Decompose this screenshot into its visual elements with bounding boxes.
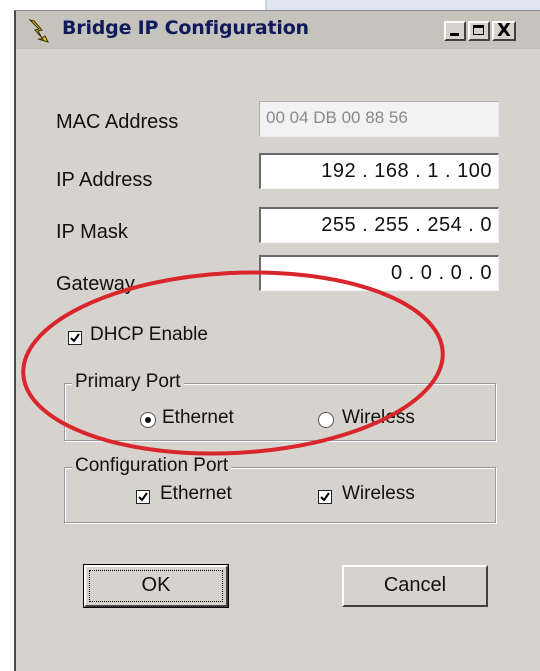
close-button[interactable]: X (492, 21, 516, 41)
ip-address-field[interactable]: 192 . 168 . 1 . 100 (259, 153, 499, 189)
radio-selected-dot (145, 417, 151, 423)
checkmark-icon (320, 492, 330, 502)
close-icon: X (497, 21, 511, 41)
checkmark-icon (138, 492, 148, 502)
ok-button[interactable]: OK (83, 564, 229, 608)
mac-address-label: MAC Address (56, 111, 179, 133)
ip-mask-label: IP Mask (56, 221, 128, 243)
primary-port-wireless-radio[interactable] (318, 412, 334, 428)
ip-address-label: IP Address (56, 169, 153, 191)
maximize-button[interactable] (468, 21, 490, 41)
focus-rectangle (89, 570, 223, 602)
maximize-icon (473, 25, 484, 35)
configuration-port-ethernet-label[interactable]: Ethernet (160, 483, 232, 505)
cancel-button[interactable]: Cancel (342, 565, 488, 607)
checkmark-icon (70, 333, 80, 343)
primary-port-legend: Primary Port (72, 371, 184, 393)
primary-port-ethernet-radio[interactable] (140, 412, 156, 428)
minimize-button[interactable] (444, 21, 466, 41)
configuration-port-wireless-label[interactable]: Wireless (342, 483, 415, 505)
mac-address-field: 00 04 DB 00 88 56 (259, 101, 499, 137)
minimize-icon (450, 33, 459, 36)
ip-mask-field[interactable]: 255 . 255 . 254 . 0 (259, 207, 499, 243)
primary-port-wireless-label[interactable]: Wireless (342, 407, 415, 429)
dhcp-enable-label[interactable]: DHCP Enable (90, 324, 208, 346)
bridge-ip-configuration-dialog: Bridge IP Configuration X MAC Address 00… (14, 10, 540, 671)
configuration-port-wireless-checkbox[interactable] (318, 490, 332, 504)
window-title: Bridge IP Configuration (62, 17, 309, 39)
gateway-field[interactable]: 0 . 0 . 0 . 0 (259, 255, 499, 291)
primary-port-ethernet-label[interactable]: Ethernet (162, 407, 234, 429)
configuration-port-ethernet-checkbox[interactable] (136, 490, 150, 504)
cancel-button-label: Cancel (383, 574, 447, 596)
lightning-bolt-icon (28, 19, 49, 43)
configuration-port-legend: Configuration Port (72, 455, 232, 477)
title-bar[interactable]: Bridge IP Configuration X (16, 11, 540, 49)
dhcp-enable-checkbox[interactable] (68, 331, 82, 345)
gateway-label: Gateway (56, 273, 135, 295)
